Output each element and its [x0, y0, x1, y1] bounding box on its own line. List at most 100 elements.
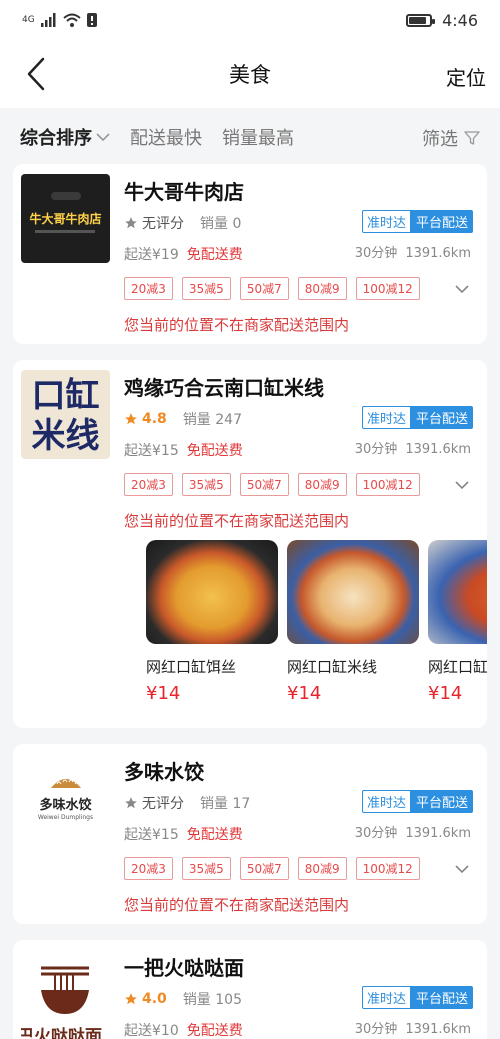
- promo-list: 20减3 35减5 50减7 80减9 100减12: [124, 857, 420, 880]
- platform-delivery-tag: 平台配送: [410, 210, 473, 233]
- back-button[interactable]: [18, 54, 54, 94]
- min-order: 起送¥19: [124, 247, 179, 263]
- status-right: 4:46: [406, 11, 478, 30]
- shop-name: 多味水饺: [124, 760, 204, 784]
- promo-badge: 80减9: [297, 277, 347, 300]
- dish-name: 网红口缸米线: [287, 658, 378, 676]
- ontime-tag: 准时达: [361, 790, 411, 813]
- rating-value: 4.8: [142, 411, 167, 427]
- min-order-row: 起送¥10 免配送费: [124, 1020, 243, 1039]
- sort-sales[interactable]: 销量最高: [222, 124, 294, 150]
- free-delivery: 免配送费: [186, 443, 243, 459]
- promo-badge: 80减9: [297, 857, 347, 880]
- dish-item[interactable]: 网红口缸米线 ¥14: [287, 540, 419, 704]
- promo-badge: 35减5: [181, 277, 231, 300]
- alert-icon: [86, 13, 97, 27]
- star-icon: [125, 413, 137, 425]
- eta-row: 30分钟 1391.6km: [355, 438, 471, 457]
- star-icon: [125, 993, 137, 1005]
- filter-bar: 综合排序 配送最快 销量最高 筛选: [0, 108, 500, 166]
- dish-price: ¥14: [287, 683, 322, 704]
- back-arrow-icon: [27, 57, 45, 91]
- nav-bar: 美食 定位: [0, 40, 500, 108]
- ontime-tag: 准时达: [361, 986, 411, 1009]
- free-delivery: 免配送费: [186, 1023, 243, 1039]
- shop-card[interactable]: 巴火哒哒面 一把火哒哒面 4.0 销量 105 准时达 平台配送 起送¥10 免配…: [13, 940, 487, 1039]
- free-delivery: 免配送费: [186, 827, 243, 843]
- logo-subtext: Weiwei Dumplings: [37, 814, 94, 821]
- dish-item[interactable]: 网红口缸 ¥14: [428, 540, 487, 704]
- shop-logo: 口缸 米线: [21, 370, 110, 459]
- platform-delivery-tag: 平台配送: [410, 406, 473, 429]
- filter-button[interactable]: 筛选: [422, 125, 480, 151]
- rating-row: 无评分 销量 0: [124, 213, 241, 233]
- dish-carousel[interactable]: 网红口缸饵丝 ¥14 网红口缸米线 ¥14 网红口缸 ¥14: [146, 540, 487, 710]
- eta-row: 30分钟 1391.6km: [355, 242, 471, 261]
- expand-promos-button[interactable]: [455, 475, 469, 494]
- min-order: 起送¥10: [124, 1023, 179, 1039]
- dish-photo: [287, 540, 419, 644]
- dish-price: ¥14: [146, 683, 181, 704]
- rating-value: 无评分: [142, 796, 184, 812]
- promo-badge: 50减7: [239, 473, 289, 496]
- promo-badge: 35减5: [181, 857, 231, 880]
- shop-logo: 巴火哒哒面: [21, 950, 110, 1039]
- delivery-tags: 准时达 平台配送: [361, 790, 473, 813]
- promo-badge: 50减7: [239, 277, 289, 300]
- dish-price: ¥14: [428, 683, 463, 704]
- min-order-row: 起送¥15 免配送费: [124, 824, 243, 844]
- funnel-icon: [464, 131, 480, 145]
- logo-text-bottom: 米线: [31, 416, 100, 456]
- free-delivery: 免配送费: [186, 247, 243, 263]
- wifi-icon: [63, 13, 81, 27]
- chevron-down-icon: [96, 133, 110, 142]
- distance: 1391.6km: [405, 442, 471, 457]
- star-icon: [125, 217, 137, 229]
- locate-button[interactable]: 定位: [446, 62, 486, 91]
- min-order-row: 起送¥19 免配送费: [124, 244, 243, 264]
- sales-count: 销量 247: [182, 412, 242, 428]
- filter-label: 筛选: [422, 129, 458, 150]
- delivery-tags: 准时达 平台配送: [361, 406, 473, 429]
- expand-promos-button[interactable]: [455, 279, 469, 298]
- network-label: 4G: [22, 15, 35, 25]
- promo-badge: 20减3: [124, 473, 173, 496]
- promo-badge: 35减5: [181, 473, 231, 496]
- out-of-range-warning: 您当前的位置不在商家配送范围内: [124, 512, 350, 530]
- shop-name: 牛大哥牛肉店: [124, 180, 244, 204]
- platform-delivery-tag: 平台配送: [410, 986, 473, 1009]
- promo-list: 20减3 35减5 50减7 80减9 100减12: [124, 473, 420, 496]
- eta-row: 30分钟 1391.6km: [355, 822, 471, 841]
- distance: 1391.6km: [405, 246, 471, 261]
- promo-badge: 20减3: [124, 277, 173, 300]
- dish-name: 网红口缸饵丝: [146, 658, 237, 676]
- status-left: 4G: [22, 13, 97, 27]
- shop-name: 鸡缘巧合云南口缸米线: [124, 376, 324, 400]
- sort-fastest[interactable]: 配送最快: [130, 124, 202, 150]
- rating-value: 4.0: [142, 991, 167, 1007]
- dish-photo: [428, 540, 487, 644]
- chevron-down-icon: [455, 285, 469, 294]
- chevron-down-icon: [455, 481, 469, 490]
- delivery-time: 30分钟: [354, 1022, 398, 1037]
- signal-icon: [40, 13, 56, 27]
- sort-comprehensive[interactable]: 综合排序: [20, 124, 110, 150]
- sort-comprehensive-label: 综合排序: [20, 128, 92, 149]
- shop-card[interactable]: 牛大哥牛肉店 牛大哥牛肉店 无评分 销量 0 准时达 平台配送 起送¥19 免配送…: [13, 164, 487, 344]
- promo-list: 20减3 35减5 50减7 80减9 100减12: [124, 277, 420, 300]
- expand-promos-button[interactable]: [455, 859, 469, 878]
- delivery-tags: 准时达 平台配送: [361, 986, 473, 1009]
- shop-card[interactable]: 多味水饺 Weiwei Dumplings 多味水饺 无评分 销量 17 准时达…: [13, 744, 487, 924]
- eta-row: 30分钟 1391.6km: [355, 1018, 471, 1037]
- delivery-time: 30分钟: [354, 442, 398, 457]
- rating-row: 4.0 销量 105: [124, 989, 242, 1009]
- page-title: 美食: [229, 63, 271, 87]
- promo-badge: 50减7: [239, 857, 289, 880]
- sales-count: 销量 105: [182, 992, 242, 1008]
- shop-card[interactable]: 口缸 米线 鸡缘巧合云南口缸米线 4.8 销量 247 准时达 平台配送 起送¥…: [13, 360, 487, 728]
- dish-name: 网红口缸: [428, 658, 487, 676]
- out-of-range-warning: 您当前的位置不在商家配送范围内: [124, 896, 350, 914]
- dish-item[interactable]: 网红口缸饵丝 ¥14: [146, 540, 278, 704]
- min-order: 起送¥15: [124, 443, 179, 459]
- rating-value: 无评分: [142, 216, 184, 232]
